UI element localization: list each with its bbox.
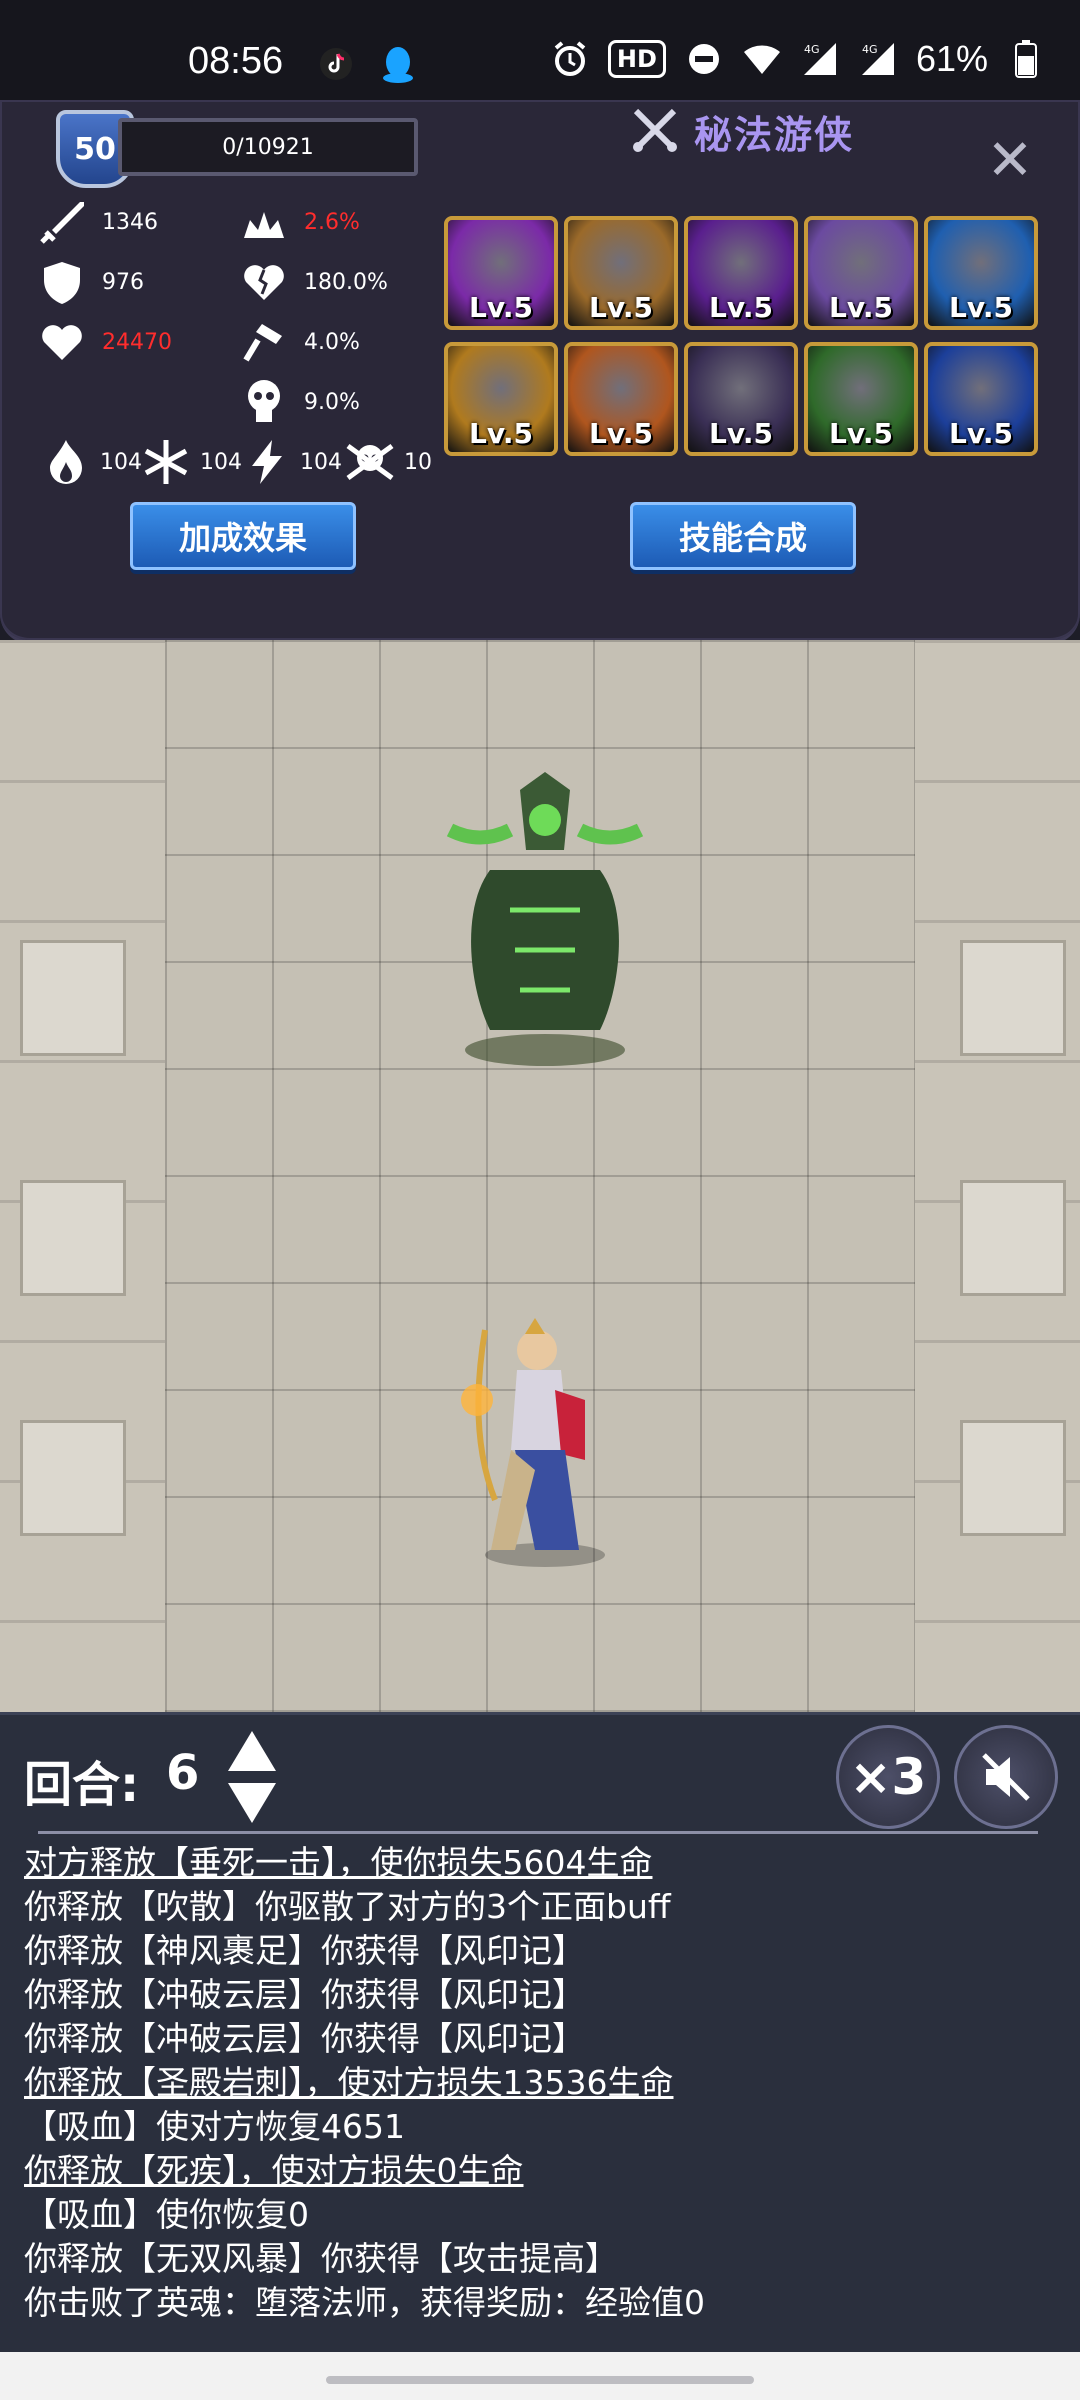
log-line: 你释放【无双风暴】你获得【攻击提高】 <box>24 2239 618 2278</box>
skill-slot[interactable]: Lv.5 <box>684 342 798 456</box>
battle-log-panel: 回合: 6 ×3 对方释放【垂死一击】，使你损失5604生命 你释放【吹散】你驱散… <box>0 1712 1080 2355</box>
stat-hp: 24470 <box>36 316 172 368</box>
skill-slot[interactable]: Lv.5 <box>564 342 678 456</box>
fire-icon <box>40 436 92 488</box>
left-wall <box>0 640 165 1712</box>
cellular-signal-icon-1: 4G <box>800 39 840 79</box>
log-line: 你释放【圣殿岩刺】，使对方损失13536生命 <box>24 2063 674 2102</box>
skill-level-label: Lv.5 <box>949 291 1013 324</box>
skill-slot[interactable]: Lv.5 <box>444 216 558 330</box>
log-line: 对方释放【垂死一击】，使你损失5604生命 <box>24 1843 653 1882</box>
close-button[interactable]: ✕ <box>980 128 1040 193</box>
battle-field <box>0 640 1080 1712</box>
speaker-muted-icon <box>982 1753 1030 1801</box>
skull-crossbones-icon <box>344 436 396 488</box>
skill-level-label: Lv.5 <box>709 291 773 324</box>
status-bar: 08:56 HD 4G 4G 61% <box>0 0 1080 110</box>
skill-slot[interactable]: Lv.5 <box>684 216 798 330</box>
skill-level-label: Lv.5 <box>829 417 893 450</box>
svg-text:4G: 4G <box>862 43 878 56</box>
hero-ranger-sprite[interactable] <box>455 1310 625 1570</box>
class-title: 秘法游侠 <box>630 104 854 159</box>
round-label: 回合: <box>24 1757 140 1813</box>
hd-voice-badge: HD <box>607 40 666 78</box>
stat-fire: 104 <box>40 436 142 488</box>
skill-synthesis-button[interactable]: 技能合成 <box>630 502 856 570</box>
crown-burst-icon <box>238 196 290 248</box>
class-name: 秘法游侠 <box>694 113 855 157</box>
skill-level-label: Lv.5 <box>589 417 653 450</box>
round-stepper[interactable] <box>224 1725 280 1829</box>
hammer-icon <box>238 316 290 368</box>
divider <box>38 1831 1038 1834</box>
arrow-up-icon <box>228 1731 276 1771</box>
stat-defense: 976 <box>36 256 144 308</box>
log-line: 你释放【吹散】你驱散了对方的3个正面buff <box>24 1887 671 1926</box>
skull-lightning-icon <box>238 376 290 428</box>
sword-icon <box>36 196 88 248</box>
log-line: 【吸血】使你恢复0 <box>24 2195 309 2234</box>
tiktok-icon <box>316 44 356 84</box>
skill-slot[interactable]: Lv.5 <box>444 342 558 456</box>
skill-level-label: Lv.5 <box>709 417 773 450</box>
skill-slot[interactable]: Lv.5 <box>924 342 1038 456</box>
cellular-signal-icon-2: 4G <box>858 39 898 79</box>
stat-attack: 1346 <box>36 196 158 248</box>
log-line: 你释放【死疾】，使对方损失0生命 <box>24 2151 524 2190</box>
lightning-icon <box>240 436 292 488</box>
qq-penguin-icon <box>378 44 418 84</box>
skill-level-label: Lv.5 <box>829 291 893 324</box>
arrow-down-icon <box>228 1783 276 1823</box>
mute-button[interactable] <box>954 1725 1058 1829</box>
log-line: 你释放【冲破云层】你获得【风印记】 <box>24 1975 585 2014</box>
stat-poison: 10 <box>344 436 432 488</box>
stat-lifesteal: 180.0% <box>238 256 388 308</box>
log-line: 你释放【冲破云层】你获得【风印记】 <box>24 2019 585 2058</box>
skill-slot[interactable]: Lv.5 <box>804 216 918 330</box>
home-indicator[interactable] <box>326 2376 754 2384</box>
enemy-fallen-mage-sprite[interactable] <box>430 770 660 1070</box>
skill-level-label: Lv.5 <box>949 417 1013 450</box>
stat-ice: 104 <box>140 436 242 488</box>
stat-lightning: 104 <box>240 436 342 488</box>
snowflake-icon <box>140 436 192 488</box>
svg-text:4G: 4G <box>804 43 820 56</box>
character-panel: 50 0/10921 秘法游侠 ✕ 1346 976 24470 2.6% 18… <box>0 100 1080 644</box>
skill-level-label: Lv.5 <box>469 291 533 324</box>
log-line: 你击败了英魂：堕落法师，获得奖励：经验值0 <box>24 2283 705 2322</box>
right-wall <box>915 640 1080 1712</box>
do-not-disturb-icon <box>684 39 724 79</box>
battery-icon <box>1006 39 1046 79</box>
alarm-icon <box>550 39 590 79</box>
wifi-icon <box>742 39 782 79</box>
clock: 08:56 <box>188 40 284 82</box>
skill-level-label: Lv.5 <box>589 291 653 324</box>
broken-heart-icon <box>238 256 290 308</box>
stat-armor-pierce: 4.0% <box>238 316 360 368</box>
bonus-effects-button[interactable]: 加成效果 <box>130 502 356 570</box>
heart-icon <box>36 316 88 368</box>
skill-level-label: Lv.5 <box>469 417 533 450</box>
battery-percent: 61% <box>915 38 988 79</box>
skill-slot[interactable]: Lv.5 <box>564 216 678 330</box>
log-line: 你释放【神风裹足】你获得【风印记】 <box>24 1931 585 1970</box>
xp-bar: 0/10921 <box>118 118 418 176</box>
round-number: 6 <box>166 1745 200 1801</box>
log-line: 【吸血】使对方恢复4651 <box>24 2107 405 2146</box>
skill-slot[interactable]: Lv.5 <box>804 342 918 456</box>
speed-x3-button[interactable]: ×3 <box>836 1725 940 1829</box>
battle-log: 对方释放【垂死一击】，使你损失5604生命 你释放【吹散】你驱散了对方的3个正面b… <box>24 1841 1064 2325</box>
shield-icon <box>36 256 88 308</box>
stat-crit: 2.6% <box>238 196 360 248</box>
crossed-swords-icon <box>630 105 680 159</box>
stat-dodge: 9.0% <box>238 376 360 428</box>
skill-slot[interactable]: Lv.5 <box>924 216 1038 330</box>
